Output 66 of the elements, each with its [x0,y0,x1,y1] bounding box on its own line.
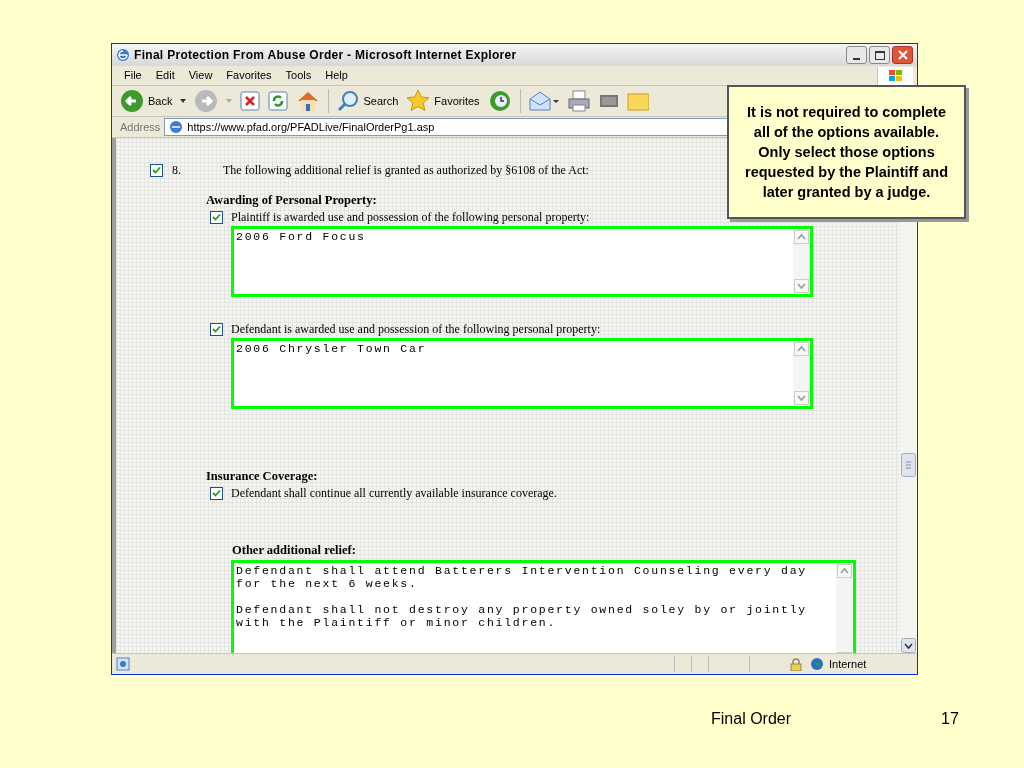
menu-item[interactable]: Tools [285,67,312,84]
folder-icon [626,91,649,111]
refresh-button[interactable] [268,88,289,114]
flag-logo-icon [887,69,904,83]
search-button[interactable]: Search [337,88,399,114]
scrollbar[interactable] [793,341,810,406]
scrollbar[interactable] [836,563,853,653]
address-label: Address [120,119,161,135]
minimize-button[interactable] [846,46,867,64]
section-heading: Insurance Coverage: [206,468,318,485]
option-label: Defendant is awarded use and possession of the following personal property: [231,321,601,338]
scroll-up-icon[interactable] [794,230,809,244]
scroll-down-icon[interactable] [901,638,916,653]
item-number: 8. [172,162,182,179]
page-icon [116,657,130,671]
scroll-up-icon[interactable] [794,342,809,356]
menu-item[interactable]: Edit [155,67,175,84]
back-button[interactable]: Back [120,88,173,114]
text-area-field[interactable]: 2006 Ford Focus [231,226,813,297]
section-heading: Awarding of Personal Property: [206,192,377,209]
print-button[interactable] [566,88,591,114]
scrollbar[interactable] [793,229,810,294]
menu-item[interactable]: Favorites [226,67,272,84]
globe-icon [810,657,824,671]
stop-icon [240,91,261,111]
checkbox[interactable] [210,322,223,336]
maximize-button[interactable] [869,46,890,64]
close-icon [897,50,908,60]
dropdown-arrow-icon[interactable] [180,99,187,103]
field-text: Defendant shall attend Batterers Intervention Counseling every day for the next 6 weeks. [236,564,808,590]
zone-label: Internet [829,656,868,672]
search-icon [337,90,360,112]
scroll-thumb[interactable] [901,453,916,477]
window-title: Final Protection From Abuse Order - Microsoft Internet Explorer [134,47,518,64]
menu-item[interactable]: Help [325,67,348,84]
option-label: Defendant shall continue all currently available insurance coverage. [231,485,557,502]
page-icon [169,120,184,134]
page-number: 17 [941,709,959,729]
printer-icon [566,90,591,112]
field-text: 2006 Ford Focus [236,230,367,243]
refresh-icon [268,91,289,111]
text-area-field[interactable]: Defendant shall attend Batterers Intervention Counseling every day for the next 6 weeks. Defendant shall not destroy any property owned soley by or jointly with the Plaintiff or minor children. [231,560,856,653]
close-button[interactable] [892,46,913,64]
checkbox[interactable] [210,486,223,500]
forward-button[interactable] [194,88,219,114]
field-text: Defendant shall not destroy any property owned soley by or jointly with the Plaintiff or minor children. [236,603,808,629]
option-label: Plaintiff is awarded use and possession of the following personal property: [231,209,590,226]
menu-item[interactable]: File [124,67,142,84]
text-area-field[interactable]: 2006 Chrysler Town Car [231,338,813,409]
star-icon [406,89,431,113]
menu-item[interactable]: View [188,67,213,84]
field-text: 2006 Chrysler Town Car [236,342,428,355]
window-icon [598,93,619,109]
stop-button[interactable] [240,88,261,114]
checkbox[interactable] [210,210,223,224]
note-tooltip: It is not required to complete all of the options available. Only select those options requested by the Plaintiff and later granted by a judge. [727,85,966,219]
mail-icon [528,91,559,111]
padlock-icon [790,657,802,671]
scroll-up-icon[interactable] [837,564,852,578]
item-text: The following additional relief is granted as authorized by §6108 of the Act: [223,162,589,179]
favorites-button[interactable]: Favorites [406,88,480,114]
browser-icon [116,48,130,62]
slide-title-footer: Final Order [711,707,792,731]
checkbox[interactable] [150,163,163,177]
history-button[interactable] [487,88,512,114]
section-heading: Other additional relief: [232,542,356,559]
